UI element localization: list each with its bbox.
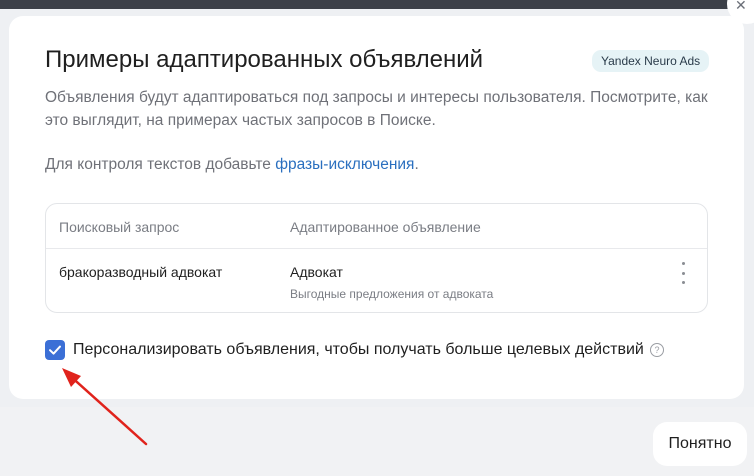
row-ad-text: Выгодные предложения от адвоката [290,287,494,301]
personalize-checkbox[interactable] [45,340,65,360]
help-icon[interactable]: ? [650,343,664,357]
column-header-ad: Адаптированное объявление [290,219,481,235]
ok-button[interactable]: Понятно [653,422,747,466]
dialog-footer [0,407,754,476]
personalize-label[interactable]: Персонализировать объявления, чтобы полу… [73,341,644,359]
product-badge: Yandex Neuro Ads [592,50,710,72]
row-query: бракоразводный адвокат [59,264,223,280]
dialog-description: Объявления будут адаптироваться под запр… [45,89,708,129]
hint-suffix: . [414,156,419,173]
checkmark-icon [49,345,61,355]
dialog-title: Примеры адаптированных объявлений [45,46,484,73]
exclusions-hint: Для контроля текстов добавьте фразы-искл… [45,156,419,174]
window-top-strip [0,0,754,9]
hint-text: Для контроля текстов добавьте [45,156,276,173]
column-header-query: Поисковый запрос [59,219,180,235]
dialog-card: Примеры адаптированных объявлений Yandex… [9,16,744,399]
examples-table: Поисковый запрос Адаптированное объявлен… [45,203,708,313]
close-icon: ✕ [735,0,747,13]
negative-phrases-link[interactable]: фразы-исключения [275,156,414,173]
table-divider [46,248,707,249]
row-ad-title: Адвокат [290,264,343,280]
more-options-icon[interactable] [676,262,690,284]
